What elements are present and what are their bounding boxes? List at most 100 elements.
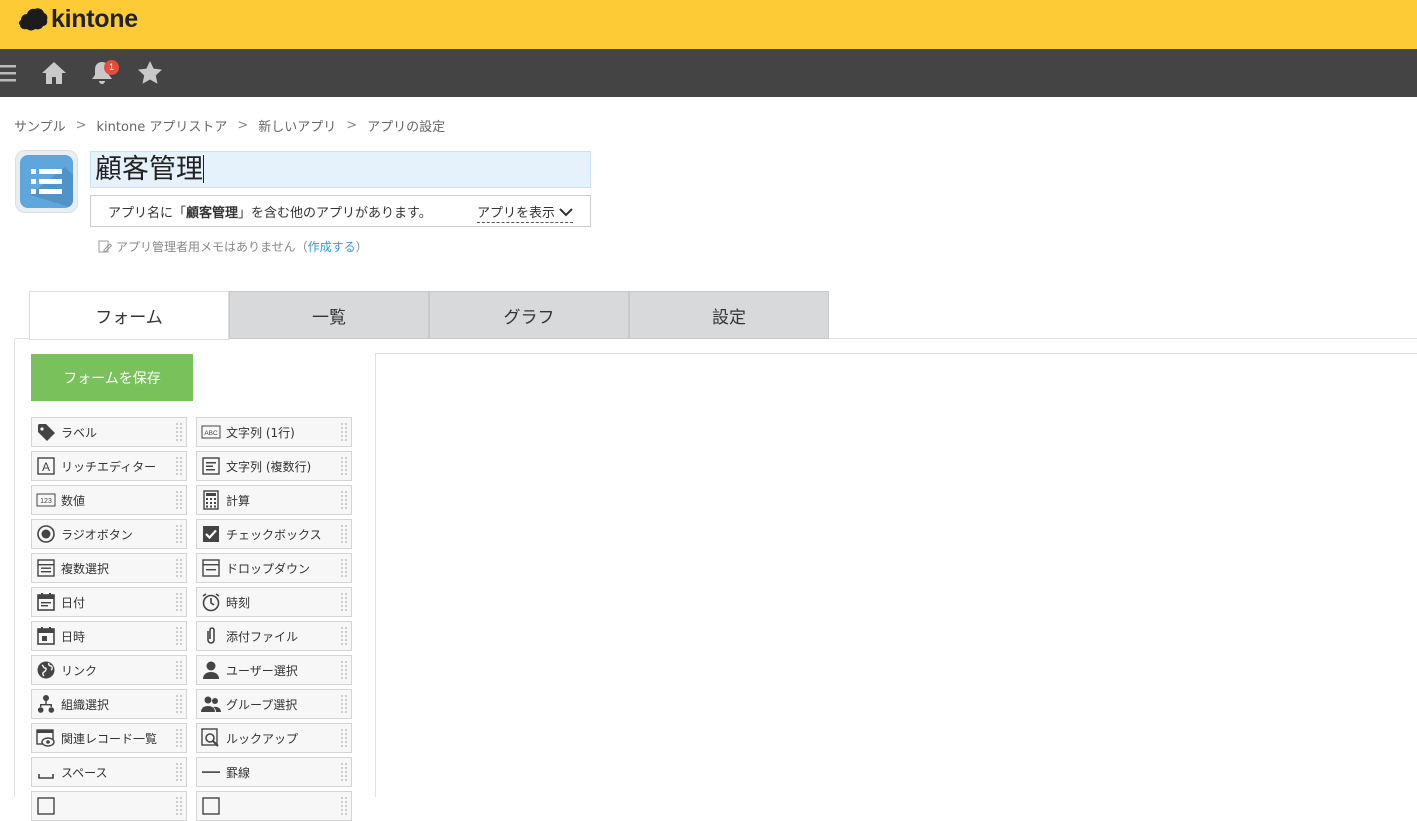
palette-item-label: 文字列 (1行) <box>226 425 295 440</box>
breadcrumb-item-space[interactable]: サンプル <box>14 116 66 135</box>
drag-handle-icon[interactable] <box>340 456 347 476</box>
calculator-icon <box>201 490 221 510</box>
palette-item[interactable]: 日時 <box>31 621 187 651</box>
kintone-cloud-icon <box>17 7 49 31</box>
show-apps-link[interactable]: アプリを表示 <box>476 202 573 223</box>
palette-item-label: 文字列 (複数行) <box>226 459 312 474</box>
breadcrumb-item-appstore[interactable]: kintone アプリストア <box>97 116 228 135</box>
palette-item[interactable]: 組織選択 <box>31 689 187 719</box>
dup-suffix: 」を含む他のアプリがあります。 <box>238 205 432 221</box>
drag-handle-icon[interactable] <box>340 422 347 442</box>
palette-item[interactable]: 添付ファイル <box>196 621 352 651</box>
create-memo-link[interactable]: 作成する <box>308 238 356 255</box>
drag-handle-icon[interactable] <box>175 796 182 816</box>
tab-list[interactable]: 一覧 <box>229 291 429 339</box>
drag-handle-icon[interactable] <box>175 422 182 442</box>
app-name-value: 顧客管理 <box>95 154 203 185</box>
drag-handle-icon[interactable] <box>340 762 347 782</box>
line-icon <box>201 762 221 782</box>
palette-item[interactable]: ABC 文字列 (1行) <box>196 417 352 447</box>
related-records-icon <box>36 728 56 748</box>
svg-text:A: A <box>42 460 50 474</box>
palette-item[interactable]: 文字列 (複数行) <box>196 451 352 481</box>
palette-item[interactable]: スペース <box>31 757 187 787</box>
drag-handle-icon[interactable] <box>340 592 347 612</box>
star-icon[interactable] <box>134 57 166 89</box>
tab-settings[interactable]: 設定 <box>629 291 829 339</box>
tab-graph[interactable]: グラフ <box>429 291 629 339</box>
palette-item[interactable] <box>31 791 187 821</box>
drag-handle-icon[interactable] <box>175 626 182 646</box>
tab-form[interactable]: フォーム <box>29 291 229 340</box>
drag-handle-icon[interactable] <box>340 796 347 816</box>
breadcrumb-item-new-app[interactable]: 新しいアプリ <box>258 116 336 135</box>
kintone-logo[interactable]: kintone <box>17 5 138 33</box>
drag-handle-icon[interactable] <box>175 558 182 578</box>
palette-item[interactable]: リンク <box>31 655 187 685</box>
show-apps-label: アプリを表示 <box>476 206 555 221</box>
drag-handle-icon[interactable] <box>175 524 182 544</box>
palette-item[interactable]: 計算 <box>196 485 352 515</box>
menu-icon[interactable] <box>0 57 24 89</box>
palette-item-label: ルックアップ <box>226 731 299 746</box>
breadcrumb-item-settings: アプリの設定 <box>367 120 446 135</box>
palette-item-label: 罫線 <box>226 765 251 780</box>
drag-handle-icon[interactable] <box>175 592 182 612</box>
memo-text: アプリ管理者用メモはありません（ <box>116 240 308 254</box>
breadcrumb-separator: > <box>237 118 249 133</box>
palette-item[interactable]: A リッチエディター <box>31 451 187 481</box>
drag-handle-icon[interactable] <box>340 694 347 714</box>
palette-item[interactable]: ドロップダウン <box>196 553 352 583</box>
rich-text-icon: A <box>36 456 56 476</box>
app-name-input[interactable]: 顧客管理 <box>90 151 591 188</box>
duplicate-name-notice: アプリ名に「 顧客管理 」を含む他のアプリがあります。 アプリを表示 <box>90 195 591 227</box>
palette-item[interactable]: 時刻 <box>196 587 352 617</box>
palette-item[interactable]: ユーザー選択 <box>196 655 352 685</box>
drag-handle-icon[interactable] <box>175 728 182 748</box>
palette-item[interactable]: 複数選択 <box>31 553 187 583</box>
palette-item[interactable]: 罫線 <box>196 757 352 787</box>
drag-handle-icon[interactable] <box>340 660 347 680</box>
svg-text:ABC: ABC <box>204 430 218 437</box>
brand-name: kintone <box>51 4 138 33</box>
drag-handle-icon[interactable] <box>175 660 182 680</box>
palette-item-label: スペース <box>61 765 108 780</box>
palette-item[interactable] <box>196 791 352 821</box>
palette-item[interactable]: ラベル <box>31 417 187 447</box>
drag-handle-icon[interactable] <box>175 762 182 782</box>
radio-icon <box>36 524 56 544</box>
breadcrumb-separator: > <box>75 118 87 133</box>
home-icon[interactable] <box>38 57 70 89</box>
drag-handle-icon[interactable] <box>340 490 347 510</box>
drag-handle-icon[interactable] <box>340 558 347 578</box>
drag-handle-icon[interactable] <box>175 694 182 714</box>
edit-note-icon <box>98 240 113 252</box>
checkbox-icon <box>201 524 221 544</box>
calendar-time-icon <box>36 626 56 646</box>
palette-item-label: 日付 <box>61 595 86 610</box>
palette-item[interactable]: 日付 <box>31 587 187 617</box>
palette-item-label: 計算 <box>226 493 251 508</box>
drag-handle-icon[interactable] <box>175 490 182 510</box>
drag-handle-icon[interactable] <box>340 626 347 646</box>
palette-item[interactable]: ルックアップ <box>196 723 352 753</box>
drag-handle-icon[interactable] <box>340 728 347 748</box>
multi-select-icon <box>36 558 56 578</box>
dup-app-name: 顧客管理 <box>186 205 239 221</box>
palette-item[interactable]: グループ選択 <box>196 689 352 719</box>
palette-item[interactable]: ラジオボタン <box>31 519 187 549</box>
notification-badge: 1 <box>104 60 119 75</box>
app-icon[interactable] <box>15 150 78 213</box>
global-toolbar: 1 <box>0 49 1417 97</box>
save-form-button[interactable]: フォームを保存 <box>31 354 193 401</box>
chevron-down-icon <box>559 207 573 216</box>
palette-item[interactable]: 関連レコード一覧 <box>31 723 187 753</box>
drag-handle-icon[interactable] <box>340 524 347 544</box>
bell-icon[interactable]: 1 <box>86 57 119 89</box>
form-layout-canvas[interactable] <box>375 353 1417 797</box>
palette-item-label: 日時 <box>61 629 86 644</box>
palette-item[interactable]: チェックボックス <box>196 519 352 549</box>
palette-item[interactable]: 123 数値 <box>31 485 187 515</box>
drag-handle-icon[interactable] <box>175 456 182 476</box>
list-icon <box>20 155 73 208</box>
